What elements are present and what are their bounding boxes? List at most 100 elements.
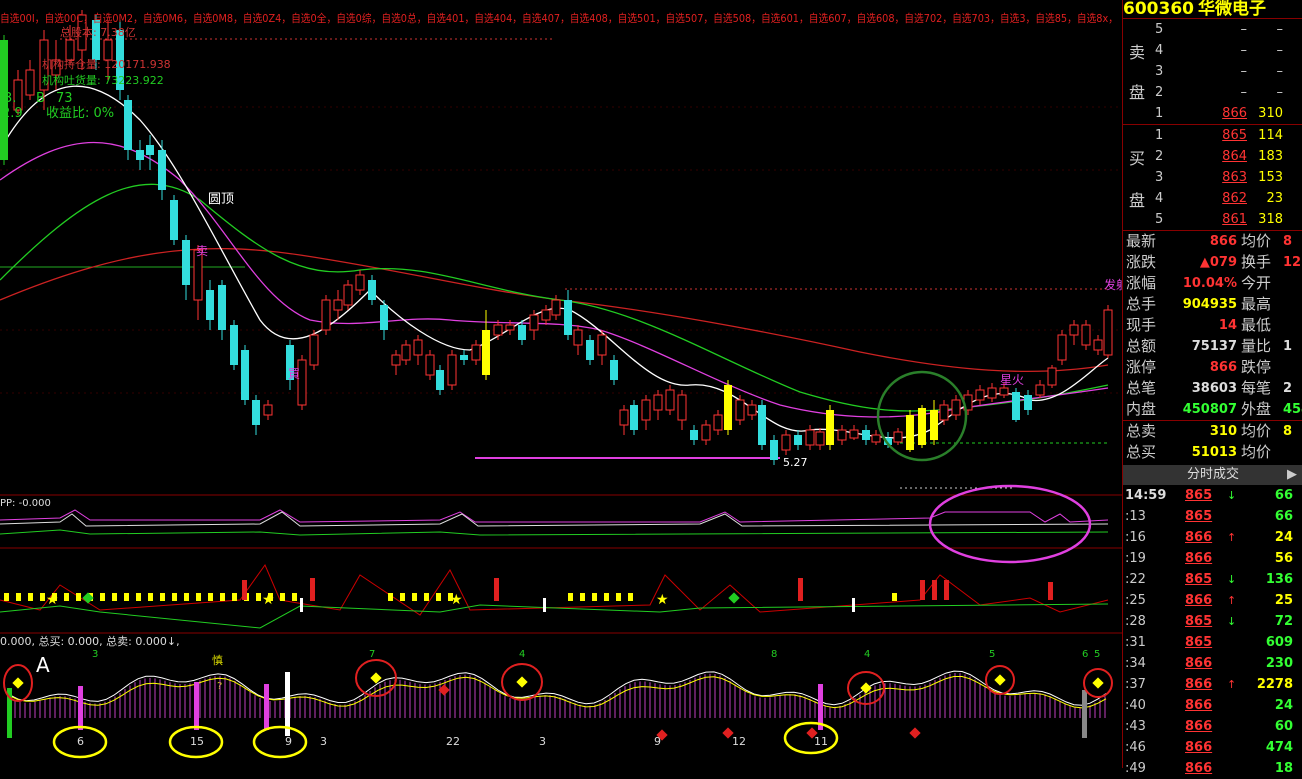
stat-row: 涨幅 10.04% 今开 bbox=[1123, 273, 1302, 294]
sell-level-num: 4 bbox=[1155, 43, 1164, 58]
ind3-top-number: 4 bbox=[519, 649, 525, 660]
kline-chart-area[interactable]: 总股本: 7.38亿 机构持仓量: 120171.938 机构吐货量: 7322… bbox=[0, 0, 1122, 768]
stat-value2: 8 bbox=[1283, 234, 1293, 249]
tick-row[interactable]: :22 865 ↓ 136 bbox=[1123, 569, 1302, 590]
candle bbox=[930, 400, 938, 445]
ind3-white-line bbox=[9, 670, 1107, 706]
ind3-spike bbox=[1082, 690, 1087, 738]
candle bbox=[529, 310, 539, 340]
stat-key: 内盘 bbox=[1126, 400, 1157, 418]
candle bbox=[230, 320, 238, 370]
tick-price: 865 bbox=[1185, 635, 1213, 650]
stat-value: 38603 bbox=[1191, 381, 1237, 396]
tick-row[interactable]: :31 865 609 bbox=[1123, 632, 1302, 653]
ind2-bar bbox=[628, 593, 633, 601]
stat-value2: 1 bbox=[1283, 339, 1293, 354]
ind2-bar bbox=[28, 593, 33, 601]
stat-key2: 量比 bbox=[1241, 337, 1272, 355]
candle bbox=[805, 425, 815, 450]
buy-volume: 153 bbox=[1258, 170, 1283, 185]
stock-code: 600360 bbox=[1123, 0, 1194, 18]
star-icon: ★ bbox=[450, 592, 463, 608]
candle bbox=[541, 305, 551, 325]
candle bbox=[837, 425, 847, 445]
ind2-bar bbox=[412, 593, 417, 601]
candle bbox=[747, 400, 757, 420]
ind2-bar bbox=[424, 593, 429, 601]
buy-level-3[interactable]: 3 863 153 bbox=[1151, 167, 1302, 188]
star-mark: 星火 bbox=[1000, 373, 1024, 387]
ind3-top-number: 5 bbox=[989, 649, 995, 660]
ind2-bar bbox=[494, 578, 499, 601]
candle bbox=[355, 270, 365, 295]
tick-time: :43 bbox=[1125, 719, 1146, 734]
stat-key2: 每笔 bbox=[1241, 379, 1272, 397]
tick-row[interactable]: :37 866 ↑ 2278 bbox=[1123, 674, 1302, 695]
candle bbox=[206, 280, 214, 330]
tick-row[interactable]: :49 866 18 bbox=[1123, 758, 1302, 779]
ind2-bar bbox=[300, 598, 303, 612]
stat-key: 涨幅 bbox=[1126, 274, 1157, 292]
tick-row[interactable]: 14:59 865 ↓ 66 bbox=[1123, 485, 1302, 506]
tick-row[interactable]: :13 865 66 bbox=[1123, 506, 1302, 527]
ind2-bar bbox=[4, 593, 9, 601]
play-arrow-icon[interactable]: ▶ bbox=[1287, 465, 1297, 485]
sell-level-num: 3 bbox=[1155, 64, 1164, 79]
sell-level-num: 5 bbox=[1155, 22, 1164, 37]
tick-row[interactable]: :28 865 ↓ 72 bbox=[1123, 611, 1302, 632]
indicator1-lines bbox=[0, 509, 1109, 536]
small-value-b: B bbox=[36, 91, 45, 106]
ticks-list[interactable]: 14:59 865 ↓ 66:13 865 66:16 866 ↑ 24:19 866 56:22 8… bbox=[1123, 485, 1302, 779]
sell-level-1[interactable]: 1 866 310 bbox=[1151, 103, 1302, 124]
tick-row[interactable]: :34 866 230 bbox=[1123, 653, 1302, 674]
tick-volume: 18 bbox=[1274, 761, 1293, 776]
sell-level-5[interactable]: 5– – bbox=[1151, 19, 1302, 40]
tick-row[interactable]: :43 866 60 bbox=[1123, 716, 1302, 737]
stat-key: 总买 bbox=[1126, 443, 1157, 461]
ind2-bar bbox=[16, 593, 21, 601]
quote-stats: 最新 866 均价 8 涨跌 ▲079 换手 12.2 涨幅 10.04% 今开总手 904935 最高… bbox=[1123, 230, 1302, 463]
tick-volume: 136 bbox=[1265, 572, 1293, 587]
candle bbox=[182, 235, 190, 300]
tick-row[interactable]: :19 866 56 bbox=[1123, 548, 1302, 569]
tick-price: 866 bbox=[1185, 761, 1213, 776]
ind2-bar bbox=[280, 593, 285, 601]
tick-row[interactable]: :40 866 24 bbox=[1123, 695, 1302, 716]
stat-row: 总手 904935 最高 bbox=[1123, 294, 1302, 315]
tick-volume: 56 bbox=[1274, 551, 1293, 566]
ticks-tab[interactable]: 分时成交 ▶ bbox=[1123, 465, 1302, 485]
ind3-top-number: 8 bbox=[771, 649, 777, 660]
buy-level-num: 1 bbox=[1155, 128, 1164, 143]
tick-volume: 66 bbox=[1274, 488, 1293, 503]
tick-volume: 66 bbox=[1274, 509, 1293, 524]
tick-price: 865 bbox=[1185, 509, 1213, 524]
ind2-bar bbox=[388, 593, 393, 601]
tick-row[interactable]: :16 866 ↑ 24 bbox=[1123, 527, 1302, 548]
tick-row[interactable]: :25 866 ↑ 25 bbox=[1123, 590, 1302, 611]
stat-row: 涨跌 ▲079 换手 12.2 bbox=[1123, 252, 1302, 273]
candle bbox=[343, 280, 353, 310]
buy-level-2[interactable]: 2 864 183 bbox=[1151, 146, 1302, 167]
candle bbox=[460, 350, 468, 365]
tick-volume: 474 bbox=[1265, 740, 1293, 755]
ind2-bar bbox=[580, 593, 585, 601]
sell-level-3[interactable]: 3– – bbox=[1151, 61, 1302, 82]
diamond-icon bbox=[909, 727, 921, 739]
ind2-bar bbox=[892, 593, 897, 601]
buy-level-1[interactable]: 1 865 114 bbox=[1151, 125, 1302, 146]
sell-level-4[interactable]: 4– – bbox=[1151, 40, 1302, 61]
candle bbox=[735, 395, 745, 425]
tick-price: 866 bbox=[1185, 719, 1213, 734]
stat-key: 总笔 bbox=[1126, 379, 1157, 397]
candle bbox=[136, 140, 144, 170]
tick-arrow-icon: ↓ bbox=[1227, 615, 1237, 628]
tick-price: 866 bbox=[1185, 593, 1213, 608]
buy-level-5[interactable]: 5 861 318 bbox=[1151, 209, 1302, 230]
sell-level-2[interactable]: 2– – bbox=[1151, 82, 1302, 103]
buy-mark: 買 bbox=[288, 367, 300, 381]
stat-value2: 8 bbox=[1283, 424, 1293, 439]
star-icon: ★ bbox=[46, 592, 59, 608]
buy-level-4[interactable]: 4 862 23 bbox=[1151, 188, 1302, 209]
tick-row[interactable]: :46 866 474 bbox=[1123, 737, 1302, 758]
ind2-bar bbox=[436, 593, 441, 601]
